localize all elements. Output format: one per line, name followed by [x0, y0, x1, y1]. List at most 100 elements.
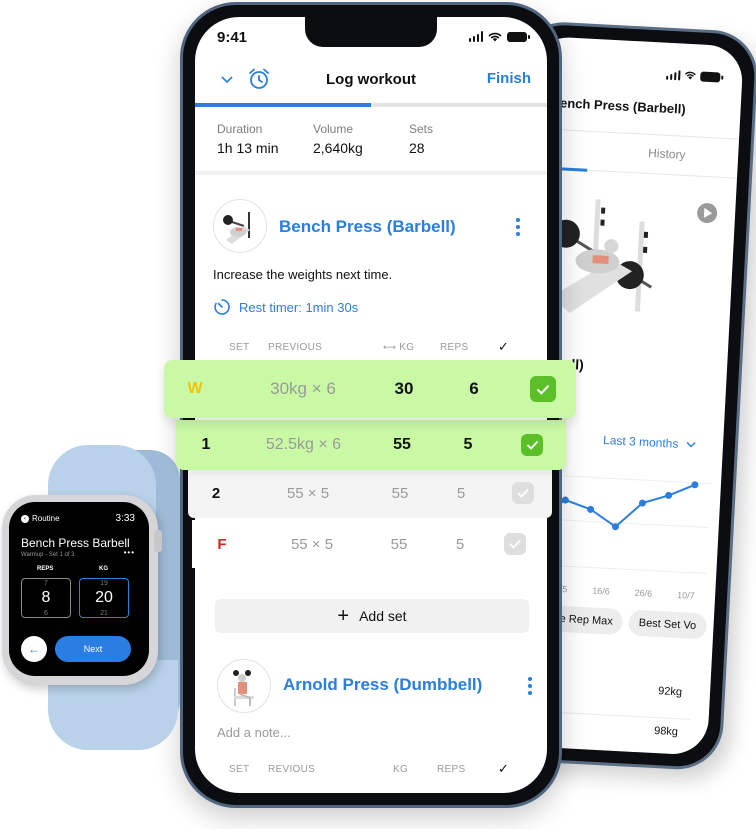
- arnold-press-thumbnail[interactable]: [217, 659, 271, 713]
- watch-reps-label: REPS: [37, 566, 54, 572]
- chevron-down-icon: [686, 441, 696, 448]
- dumbbell-icon: ⟷: [383, 342, 397, 352]
- stat-value: 28: [409, 140, 425, 156]
- set-row-warmup: W 30kg × 6 30 6: [164, 360, 576, 418]
- previous-value: 52.5kg × 6: [265, 436, 342, 453]
- reps-input[interactable]: 5: [450, 420, 486, 470]
- watch-set-subtitle: Warmup - Set 1 of 3: [21, 552, 75, 558]
- picker-prev-value: 7: [44, 580, 48, 587]
- complete-set-cell: [502, 520, 528, 568]
- reps-input[interactable]: 5: [443, 468, 479, 518]
- complete-set-cell: [519, 420, 545, 470]
- x-tick-label: 16/6: [592, 586, 610, 597]
- check-icon: [509, 539, 521, 549]
- kg-input[interactable]: 55: [377, 520, 421, 568]
- status-icons: [665, 69, 721, 83]
- picker-value: 20: [95, 589, 113, 606]
- workout-stats: Duration 1h 13 min Volume 2,640kg Sets 2…: [217, 122, 505, 156]
- picker-value: 8: [41, 589, 51, 606]
- note-input[interactable]: [217, 725, 417, 740]
- exercise-note[interactable]: Increase the weights next time.: [213, 267, 392, 282]
- battery-icon: [507, 31, 530, 42]
- data-point[interactable]: [665, 491, 673, 499]
- set-number[interactable]: 2: [206, 468, 226, 518]
- set-number[interactable]: W: [184, 360, 206, 418]
- previous-value: 55 × 5: [290, 535, 334, 553]
- picker-next-value: 6: [44, 610, 48, 617]
- more-options-icon[interactable]: •••: [124, 548, 135, 557]
- stat-volume: Volume 2,640kg: [313, 122, 409, 156]
- stat-duration: Duration 1h 13 min: [217, 122, 313, 156]
- finish-button[interactable]: Finish: [487, 70, 531, 87]
- watch-crown: [154, 530, 162, 552]
- signal-icon: [665, 69, 681, 81]
- reps-input[interactable]: 5: [442, 520, 478, 568]
- column-header-kg: KG: [393, 764, 409, 775]
- exercise-name-link[interactable]: Arnold Press (Dumbbell): [283, 675, 482, 695]
- more-options-icon[interactable]: [515, 218, 521, 238]
- complete-set-cell: [529, 360, 557, 418]
- check-icon: [536, 384, 550, 395]
- complete-set-checkbox[interactable]: [504, 533, 526, 555]
- wifi-icon: [684, 71, 696, 80]
- bench-press-illustration: [223, 212, 250, 244]
- exercise-name-link[interactable]: Bench Press (Barbell): [279, 217, 456, 237]
- bench-press-thumbnail[interactable]: [213, 199, 267, 253]
- column-header-check: ✓: [498, 761, 509, 776]
- column-header-set: SET: [229, 342, 250, 353]
- reps-input[interactable]: 6: [456, 360, 492, 418]
- set-number[interactable]: F: [210, 520, 234, 568]
- column-header-reps: REPS: [437, 764, 466, 775]
- more-options-icon[interactable]: [527, 677, 533, 697]
- column-header-set: SET: [229, 764, 250, 775]
- complete-set-checkbox[interactable]: [530, 376, 556, 402]
- rest-timer-button[interactable]: Rest timer: 1min 30s: [213, 298, 358, 316]
- watch-previous-button[interactable]: ←: [21, 636, 47, 662]
- stat-sets: Sets 28: [409, 122, 505, 156]
- set-row-2: 2 55 × 5 55 5: [188, 468, 552, 518]
- tab-history[interactable]: History: [648, 146, 686, 162]
- add-set-label: Add set: [359, 608, 407, 624]
- kg-picker[interactable]: 19 20 21: [79, 578, 129, 618]
- previous-value: 55 × 5: [286, 484, 330, 502]
- watch-back-button[interactable]: ‹ Routine: [21, 514, 60, 523]
- complete-set-checkbox[interactable]: [521, 434, 543, 456]
- column-header-reps: REPS: [440, 342, 469, 353]
- divider: [195, 171, 547, 175]
- signal-icon: [468, 31, 483, 42]
- stat-label: Volume: [313, 122, 354, 136]
- column-header-check: ✓: [498, 339, 509, 354]
- wifi-icon: [488, 32, 502, 41]
- battery-icon: [700, 71, 721, 83]
- pill-best-set-volume[interactable]: Best Set Vo: [628, 609, 707, 640]
- reps-picker[interactable]: 7 8 6: [21, 578, 71, 618]
- back-icon: ‹: [21, 514, 29, 523]
- set-number[interactable]: 1: [196, 420, 216, 470]
- tab-divider: [587, 169, 738, 179]
- kg-input[interactable]: 30: [382, 360, 426, 418]
- status-time: 9:41: [217, 29, 248, 46]
- picker-next-value: 21: [100, 610, 108, 617]
- watch-next-button[interactable]: Next: [55, 636, 131, 662]
- record-value: 98kg: [653, 725, 679, 739]
- record-value: 92kg: [657, 685, 683, 699]
- x-tick-label: 10/7: [677, 590, 695, 601]
- check-icon: [526, 440, 538, 450]
- add-set-button[interactable]: + Add set: [215, 599, 529, 633]
- kg-input[interactable]: 55: [378, 468, 422, 518]
- watch-exercise-title: Bench Press Barbell: [21, 536, 130, 550]
- complete-set-checkbox[interactable]: [512, 482, 534, 504]
- set-row-failure: F 55 × 5 55 5: [192, 520, 544, 568]
- check-icon: [517, 488, 529, 498]
- arnold-press-illustration: [233, 670, 254, 706]
- watch-back-label: Routine: [32, 514, 60, 523]
- range-dropdown[interactable]: Last 3 months: [603, 433, 696, 452]
- watch-screen: ‹ Routine 3:33 Bench Press Barbell Warmu…: [9, 502, 149, 676]
- play-video-icon[interactable]: [696, 202, 718, 224]
- range-label: Last 3 months: [602, 432, 679, 451]
- complete-set-cell: [510, 468, 536, 518]
- kg-input[interactable]: 55: [380, 420, 424, 470]
- notch: [305, 17, 437, 47]
- watch-kg-label: KG: [99, 566, 108, 572]
- exercise-title: Bench Press (Barbell): [550, 94, 687, 117]
